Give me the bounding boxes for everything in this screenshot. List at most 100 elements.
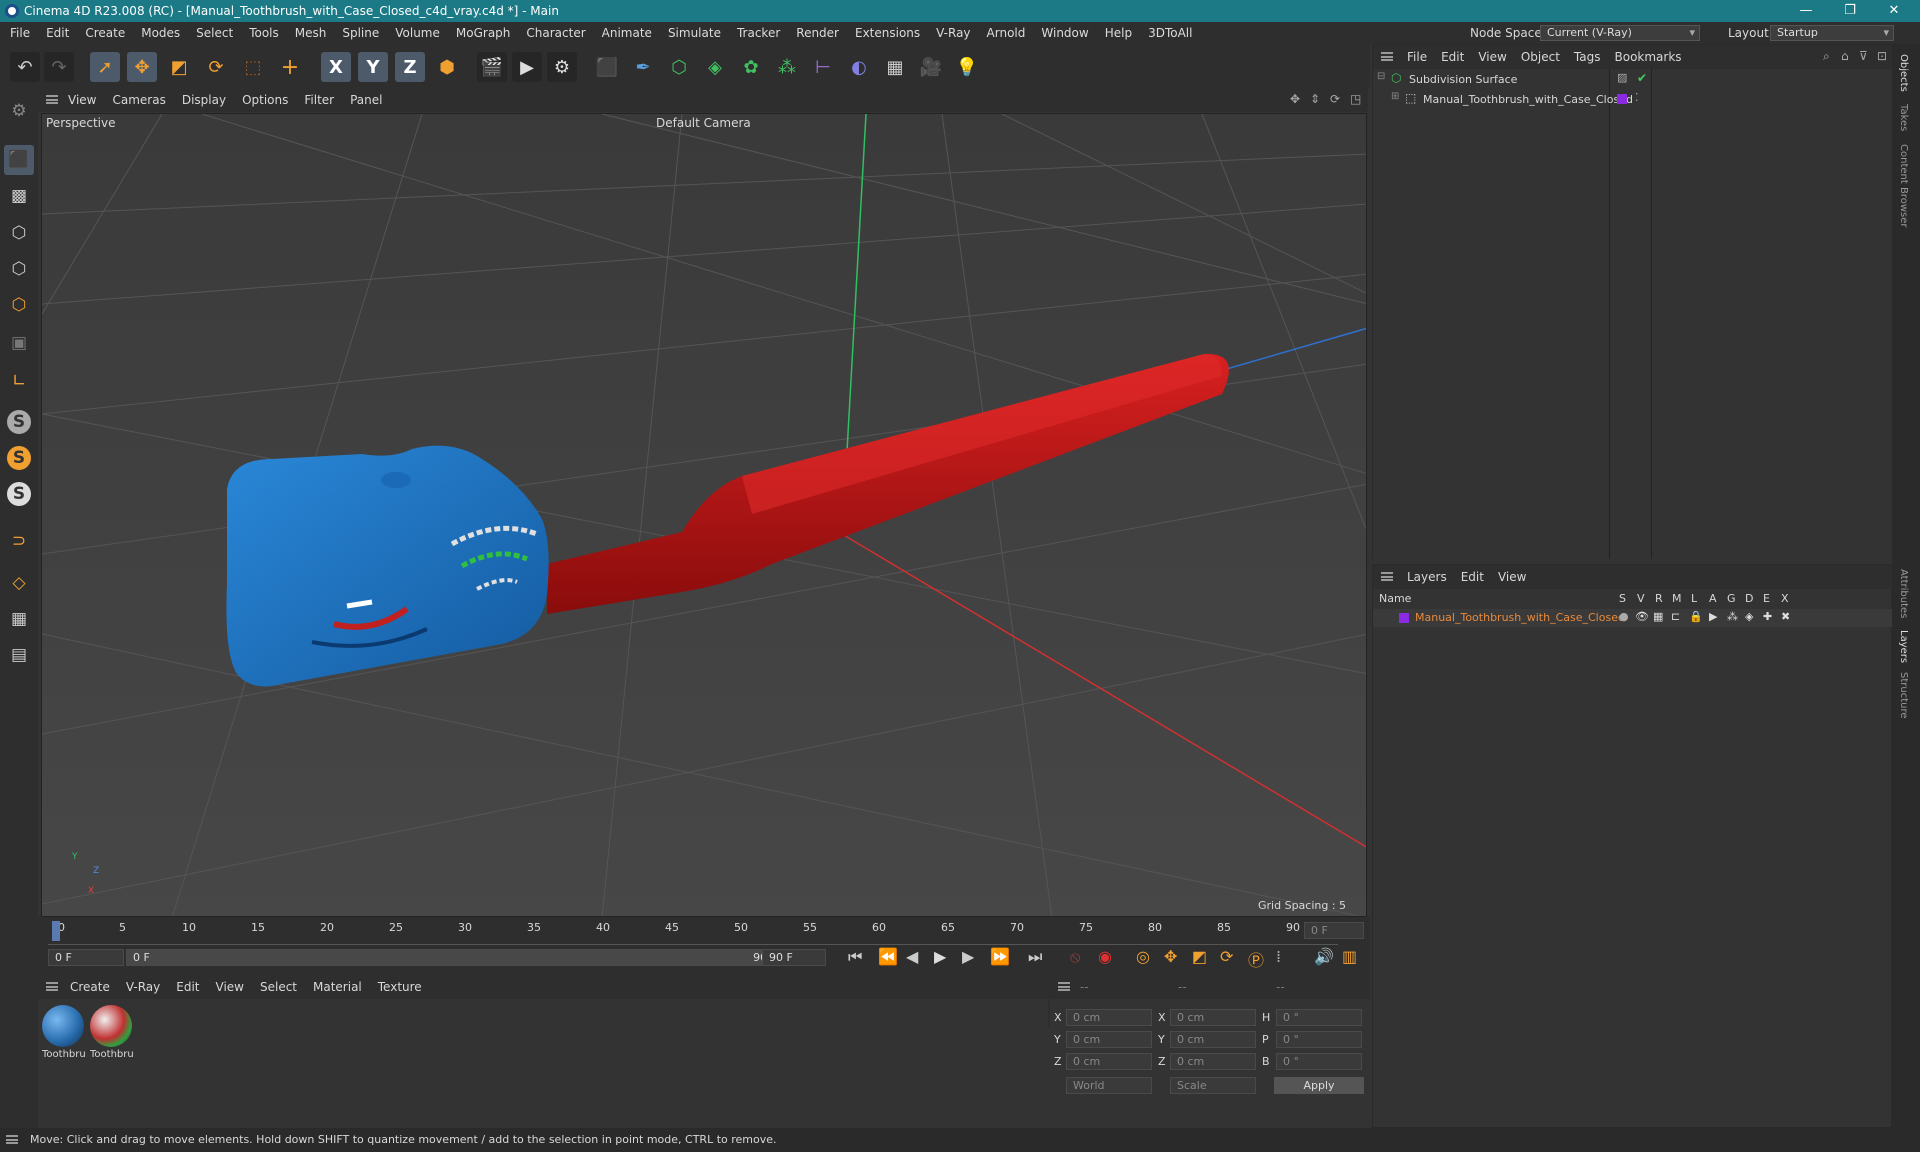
- rotation-p-field[interactable]: 0 °: [1276, 1031, 1362, 1048]
- tab-layers[interactable]: Layers: [1898, 630, 1909, 663]
- viewport-rotate-icon[interactable]: ⟳: [1330, 92, 1340, 106]
- render-icon[interactable]: ▶: [512, 52, 542, 82]
- tab-attributes[interactable]: Attributes: [1898, 569, 1909, 618]
- expand-icon[interactable]: ⊟: [1377, 71, 1385, 82]
- apply-button[interactable]: Apply: [1274, 1077, 1364, 1094]
- material-menu-edit[interactable]: Edit: [176, 980, 215, 994]
- menu-help[interactable]: Help: [1097, 26, 1140, 40]
- solo-icon[interactable]: ●: [1619, 610, 1629, 623]
- polygons-mode-icon[interactable]: ⬡: [4, 290, 34, 320]
- layer-row[interactable]: Manual_Toothbrush_with_Case_Closed ● 👁 ▦…: [1373, 609, 1893, 627]
- material-menu-texture[interactable]: Texture: [378, 980, 422, 994]
- menu-edit[interactable]: Edit: [38, 26, 77, 40]
- viewport-menu-cameras[interactable]: Cameras: [104, 93, 173, 107]
- render-view-icon[interactable]: 🎬: [477, 52, 507, 82]
- visibility-dots-icon[interactable]: ⁚: [1635, 91, 1639, 104]
- maximize-button[interactable]: ❐: [1828, 0, 1872, 22]
- tab-content-browser[interactable]: Content Browser: [1898, 144, 1909, 227]
- record-icon[interactable]: ⦸: [1070, 947, 1080, 967]
- menu-tools[interactable]: Tools: [241, 26, 287, 40]
- timeline-ruler[interactable]: 0 5 10 15 20 25 30 35 40 45 50 55 60 65 …: [48, 919, 1338, 945]
- menu-render[interactable]: Render: [788, 26, 847, 40]
- viewport-zoom-icon[interactable]: ⇕: [1310, 92, 1320, 106]
- menu-arnold[interactable]: Arnold: [979, 26, 1034, 40]
- current-frame-field[interactable]: 0 F: [1304, 922, 1364, 939]
- key-position-icon[interactable]: ✥: [1164, 947, 1177, 966]
- magnet-icon[interactable]: ⊃: [4, 526, 34, 556]
- menu-volume[interactable]: Volume: [387, 26, 448, 40]
- menu-3dtoall[interactable]: 3DToAll: [1140, 26, 1200, 40]
- close-button[interactable]: ✕: [1872, 0, 1916, 22]
- object-menu-object[interactable]: Object: [1521, 50, 1574, 64]
- snap-mode-icon[interactable]: S: [7, 482, 31, 506]
- rotate-icon[interactable]: ⟳: [201, 52, 231, 82]
- end-frame-field[interactable]: 90 F: [762, 949, 826, 966]
- snap-icon[interactable]: S: [7, 410, 31, 434]
- layers-menu-icon[interactable]: [1381, 572, 1393, 581]
- x-axis-icon[interactable]: X: [321, 52, 351, 82]
- size-y-field[interactable]: 0 cm: [1170, 1031, 1256, 1048]
- object-menu-tags[interactable]: Tags: [1574, 50, 1615, 64]
- spline-icon[interactable]: ◐: [844, 52, 874, 82]
- menu-modes[interactable]: Modes: [133, 26, 188, 40]
- size-z-field[interactable]: 0 cm: [1170, 1053, 1256, 1070]
- viewport-camera-name[interactable]: Default Camera: [656, 116, 751, 130]
- tab-takes[interactable]: Takes: [1898, 104, 1909, 131]
- deformer-icon[interactable]: ⊢: [808, 52, 838, 82]
- xref-icon[interactable]: ✖: [1781, 610, 1790, 623]
- material-menu-create[interactable]: Create: [70, 980, 126, 994]
- axis-mode-icon[interactable]: ∟: [4, 366, 34, 396]
- menu-vray[interactable]: V-Ray: [928, 26, 978, 40]
- expressions-icon[interactable]: ✚: [1763, 610, 1772, 623]
- layer-color-swatch[interactable]: [1399, 613, 1409, 623]
- y-axis-icon[interactable]: Y: [358, 52, 388, 82]
- viewport-move-icon[interactable]: ✥: [1290, 92, 1300, 106]
- key-rotation-icon[interactable]: ⟳: [1220, 947, 1233, 966]
- go-to-end-icon[interactable]: ⏭: [1028, 947, 1042, 967]
- extrude-icon[interactable]: ◈: [700, 52, 730, 82]
- key-param-icon[interactable]: Ⓟ: [1248, 947, 1264, 971]
- timeline-layout-icon[interactable]: ▥: [1342, 947, 1357, 966]
- edges-mode-icon[interactable]: ⬡: [4, 254, 34, 284]
- key-scale-icon[interactable]: ◩: [1192, 947, 1207, 966]
- view-icon[interactable]: 👁: [1635, 610, 1649, 623]
- material-menu-material[interactable]: Material: [313, 980, 378, 994]
- workplane-icon[interactable]: ◇: [4, 568, 34, 598]
- keyframe-selection-icon[interactable]: ◎: [1136, 947, 1150, 966]
- viewport-menu-panel[interactable]: Panel: [342, 93, 390, 107]
- deformers-icon[interactable]: ◈: [1745, 610, 1753, 623]
- texture-mode-icon[interactable]: ▩: [4, 181, 34, 211]
- move-icon[interactable]: ✥: [127, 52, 157, 82]
- viewport-menu-filter[interactable]: Filter: [296, 93, 342, 107]
- menu-tracker[interactable]: Tracker: [729, 26, 788, 40]
- layers-menu-edit[interactable]: Edit: [1461, 570, 1498, 584]
- snap-settings-icon[interactable]: S: [7, 446, 31, 470]
- enabled-check-icon[interactable]: ✔: [1637, 71, 1647, 85]
- render-settings-icon[interactable]: ⚙: [547, 52, 577, 82]
- viewport[interactable]: Perspective Default Camera Grid Spacing …: [41, 113, 1367, 917]
- menu-create[interactable]: Create: [77, 26, 133, 40]
- lock-icon[interactable]: 🔒: [1689, 610, 1703, 623]
- menu-extensions[interactable]: Extensions: [847, 26, 928, 40]
- live-select-icon[interactable]: ⬚: [238, 52, 268, 82]
- new-window-icon[interactable]: ⊡: [1877, 49, 1887, 63]
- position-z-field[interactable]: 0 cm: [1066, 1053, 1152, 1070]
- uv-mode-icon[interactable]: ▣: [4, 328, 34, 358]
- expand-icon[interactable]: ⊞: [1391, 91, 1399, 102]
- layout-select[interactable]: Startup: [1770, 25, 1894, 41]
- prev-key-icon[interactable]: ⏪: [878, 947, 898, 966]
- node-space-select[interactable]: Current (V-Ray): [1540, 25, 1700, 41]
- menu-spline[interactable]: Spline: [334, 26, 387, 40]
- status-menu-icon[interactable]: [6, 1135, 18, 1144]
- viewport-menu-view[interactable]: View: [60, 93, 104, 107]
- animation-icon[interactable]: ▶: [1709, 610, 1717, 623]
- material-menu-icon[interactable]: [46, 982, 58, 991]
- object-menu-file[interactable]: File: [1407, 50, 1441, 64]
- material-menu-select[interactable]: Select: [260, 980, 313, 994]
- menu-mograph[interactable]: MoGraph: [448, 26, 519, 40]
- object-menu-icon[interactable]: [1381, 52, 1393, 61]
- redo-icon[interactable]: ↷: [44, 52, 74, 82]
- layers-menu-view[interactable]: View: [1498, 570, 1526, 584]
- render-layer-icon[interactable]: ▦: [1653, 610, 1663, 623]
- tab-structure[interactable]: Structure: [1898, 672, 1909, 719]
